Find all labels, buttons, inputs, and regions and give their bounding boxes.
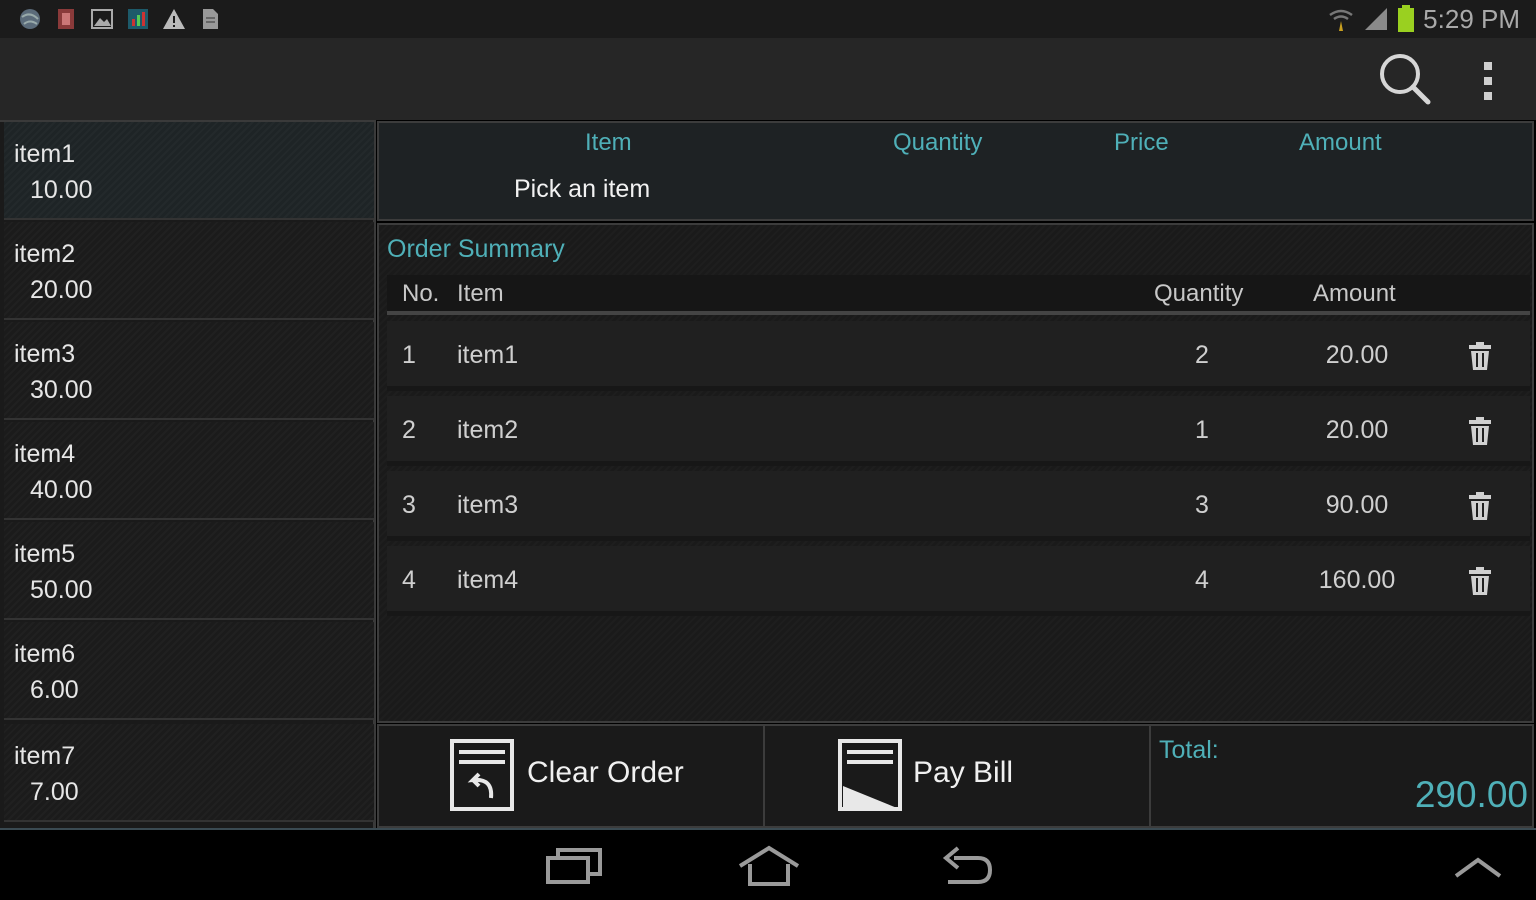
- header-amount: Amount: [1313, 280, 1396, 307]
- chevron-up-icon[interactable]: [1452, 844, 1504, 888]
- row-item: item2: [457, 416, 519, 444]
- menu-item-name: item1: [14, 140, 76, 168]
- table-row[interactable]: 4 item4 4 160.00: [387, 546, 1530, 616]
- row-number: 3: [402, 491, 416, 519]
- row-amount: 160.00: [1318, 566, 1396, 594]
- row-item: item1: [457, 341, 519, 369]
- order-summary-title: Order Summary: [387, 235, 565, 263]
- document-icon: [198, 7, 222, 31]
- menu-item-name: item3: [14, 340, 76, 368]
- menu-item-name: item2: [14, 240, 76, 268]
- menu-item-price: 20.00: [30, 276, 93, 304]
- order-actions-bar: Clear Order Pay Bill Total: 290.00: [377, 724, 1534, 828]
- menu-item-price: 50.00: [30, 576, 93, 604]
- navigation-bar: [0, 828, 1536, 900]
- total-value: 290.00: [1414, 774, 1528, 815]
- menu-item[interactable]: item2 20.00: [4, 222, 374, 320]
- menu-item[interactable]: item7 7.00: [4, 724, 374, 822]
- row-number: 2: [402, 416, 416, 444]
- summary-table-header: No. Item Quantity Amount: [387, 275, 1530, 315]
- row-quantity: 3: [1195, 491, 1209, 519]
- action-bar: [0, 38, 1536, 120]
- current-item-panel: Item Quantity Price Amount Pick an item: [377, 121, 1534, 221]
- table-row[interactable]: 2 item2 1 20.00: [387, 396, 1530, 466]
- app-icon: [54, 7, 78, 31]
- clear-order-button[interactable]: Clear Order: [379, 726, 765, 826]
- warning-icon: [162, 7, 186, 31]
- menu-item-name: item5: [14, 540, 76, 568]
- row-number: 4: [402, 566, 416, 594]
- back-icon[interactable]: [938, 844, 994, 888]
- menu-list: item1 10.00 item2 20.00 item3 30.00 item…: [0, 120, 376, 828]
- battery-icon: [1398, 5, 1415, 32]
- current-item-header: Item: [585, 129, 632, 156]
- menu-item-name: item7: [14, 742, 76, 770]
- menu-item-name: item6: [14, 640, 76, 668]
- menu-item[interactable]: item1 10.00: [4, 122, 374, 220]
- notification-icons: [18, 5, 222, 33]
- current-quantity-header: Quantity: [893, 129, 983, 156]
- menu-item-price: 40.00: [30, 476, 93, 504]
- menu-item-price: 6.00: [30, 676, 79, 704]
- search-icon[interactable]: [1376, 52, 1432, 108]
- row-quantity: 4: [1195, 566, 1209, 594]
- chart-icon: [126, 7, 150, 31]
- menu-item[interactable]: item6 6.00: [4, 622, 374, 720]
- menu-item-price: 10.00: [30, 176, 93, 204]
- table-row[interactable]: 3 item3 3 90.00: [387, 471, 1530, 541]
- header-item: Item: [457, 280, 504, 307]
- wifi-icon: [1329, 9, 1353, 31]
- trash-icon[interactable]: [1467, 416, 1493, 446]
- row-item: item4: [457, 566, 519, 594]
- status-bar: 5:29 PM: [0, 0, 1536, 38]
- header-quantity: Quantity: [1154, 280, 1244, 307]
- menu-item[interactable]: item4 40.00: [4, 422, 374, 520]
- header-no: No.: [402, 280, 440, 307]
- system-status: 5:29 PM: [1327, 4, 1520, 34]
- row-item: item3: [457, 491, 519, 519]
- home-icon[interactable]: [736, 844, 802, 888]
- recent-apps-icon[interactable]: [544, 844, 604, 888]
- row-amount: 20.00: [1325, 341, 1389, 369]
- row-quantity: 1: [1195, 416, 1209, 444]
- current-amount-header: Amount: [1299, 129, 1382, 156]
- clock: 5:29 PM: [1423, 3, 1520, 34]
- row-amount: 20.00: [1325, 416, 1389, 444]
- pay-bill-button[interactable]: Pay Bill: [765, 726, 1151, 826]
- row-number: 1: [402, 341, 416, 369]
- overflow-menu-icon[interactable]: [1474, 56, 1502, 106]
- menu-item-price: 30.00: [30, 376, 93, 404]
- clear-order-icon: [449, 738, 515, 812]
- menu-item-price: 7.00: [30, 778, 79, 806]
- total-label: Total:: [1159, 736, 1219, 764]
- order-summary-panel: Order Summary No. Item Quantity Amount 1…: [377, 223, 1534, 723]
- clear-order-label: Clear Order: [527, 756, 684, 789]
- row-amount: 90.00: [1325, 491, 1389, 519]
- row-quantity: 2: [1195, 341, 1209, 369]
- pay-bill-label: Pay Bill: [913, 756, 1014, 789]
- trash-icon[interactable]: [1467, 491, 1493, 521]
- current-price-header: Price: [1114, 129, 1169, 156]
- pick-item-prompt: Pick an item: [514, 175, 651, 203]
- pay-bill-icon: [837, 738, 903, 812]
- picture-icon: [90, 7, 114, 31]
- trash-icon[interactable]: [1467, 341, 1493, 371]
- menu-item[interactable]: item3 30.00: [4, 322, 374, 420]
- signal-icon: [1365, 8, 1388, 30]
- menu-item[interactable]: item5 50.00: [4, 522, 374, 620]
- globe-icon: [18, 7, 42, 31]
- trash-icon[interactable]: [1467, 566, 1493, 596]
- menu-item-name: item4: [14, 440, 76, 468]
- table-row[interactable]: 1 item1 2 20.00: [387, 321, 1530, 391]
